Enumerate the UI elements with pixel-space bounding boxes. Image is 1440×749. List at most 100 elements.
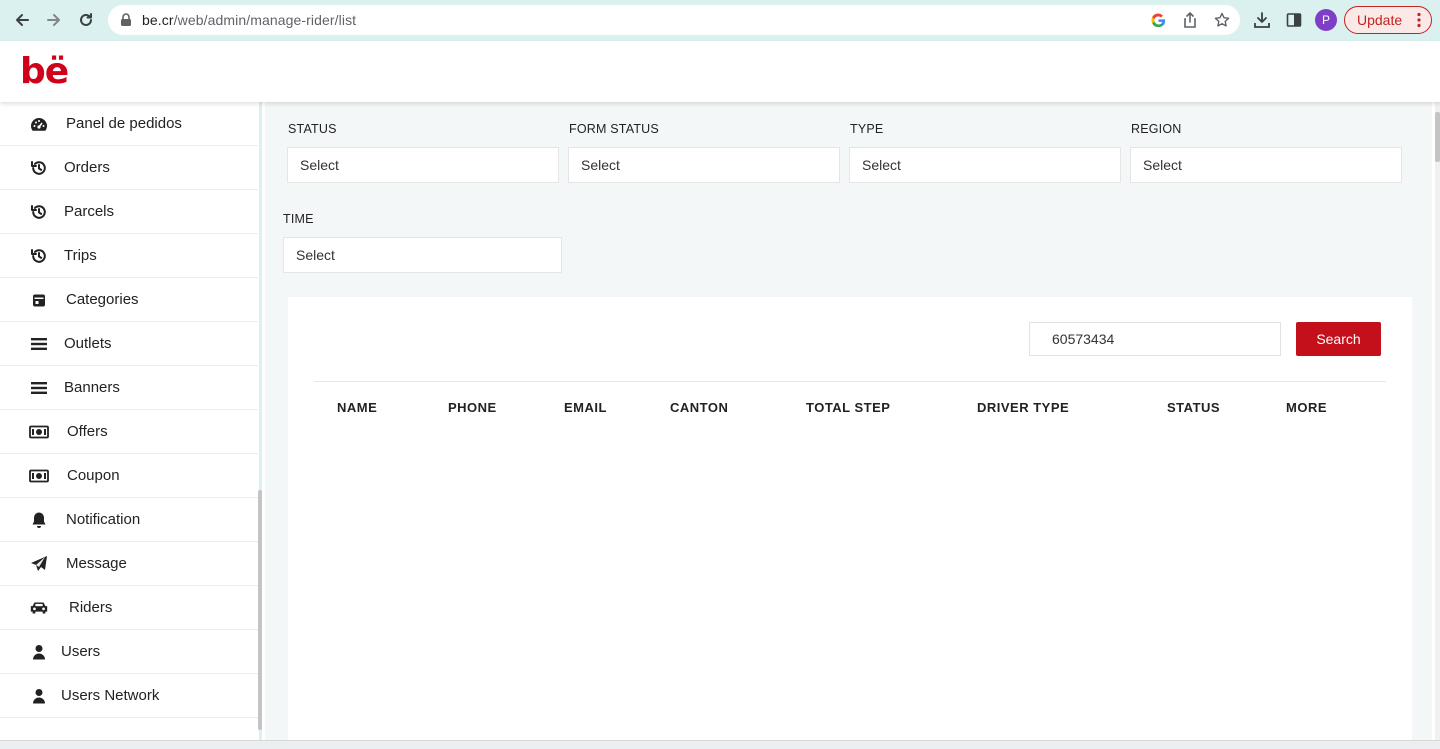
column-header-total-step[interactable]: TOTAL STEP bbox=[806, 400, 890, 415]
sidebar-item-outlets[interactable]: Outlets bbox=[0, 322, 258, 366]
status-bar bbox=[0, 740, 1440, 749]
sidebar-item-label: Notification bbox=[66, 511, 141, 528]
download-button[interactable] bbox=[1250, 8, 1274, 32]
search-input[interactable]: 60573434 bbox=[1029, 322, 1281, 356]
sidebar-item-message[interactable]: Message bbox=[0, 542, 258, 586]
bell-icon bbox=[29, 510, 49, 530]
status-select-value: Select bbox=[300, 157, 339, 173]
sidebar-item-parcels[interactable]: Parcels bbox=[0, 190, 258, 234]
send-icon bbox=[29, 554, 49, 574]
type-filter-label: TYPE bbox=[850, 122, 884, 136]
sidebar-item-banners[interactable]: Banners bbox=[0, 366, 258, 410]
profile-avatar[interactable]: P bbox=[1315, 9, 1337, 31]
region-filter-label: REGION bbox=[1131, 122, 1182, 136]
table-divider bbox=[314, 381, 1386, 382]
column-header-status[interactable]: STATUS bbox=[1167, 400, 1220, 415]
sidebar-item-orders[interactable]: Orders bbox=[0, 146, 258, 190]
history-icon bbox=[29, 246, 49, 266]
back-arrow-icon bbox=[16, 14, 29, 26]
riders-table-card: 60573434 Search NAME PHONE EMAIL CANTON TOTA… bbox=[288, 297, 1412, 749]
form-status-select[interactable]: Select bbox=[568, 147, 840, 183]
sidebar-item-label: Trips bbox=[64, 247, 97, 264]
user-icon bbox=[29, 686, 49, 706]
sidebar-item-offers[interactable]: Offers bbox=[0, 410, 258, 454]
sidebar-item-trips[interactable]: Trips bbox=[0, 234, 258, 278]
sidebar-item-label: Users Network bbox=[61, 687, 160, 704]
sidebar-item-label: Riders bbox=[69, 599, 113, 616]
sidebar-item-label: Outlets bbox=[64, 335, 112, 352]
sidebar-item-label: Parcels bbox=[64, 203, 115, 220]
reload-icon bbox=[80, 13, 92, 26]
type-select-value: Select bbox=[862, 157, 901, 173]
time-select[interactable]: Select bbox=[283, 237, 562, 273]
bookmark-star-icon[interactable] bbox=[1214, 12, 1230, 28]
browser-toolbar: be.cr/web/admin/manage-rider/list P Upda… bbox=[0, 0, 1440, 41]
status-select[interactable]: Select bbox=[287, 147, 559, 183]
column-header-more[interactable]: MORE bbox=[1286, 400, 1327, 415]
forward-button[interactable] bbox=[38, 4, 70, 36]
update-label: Update bbox=[1357, 12, 1403, 28]
sidebar-item-notification[interactable]: Notification bbox=[0, 498, 258, 542]
sidebar-item-label: Categories bbox=[66, 291, 139, 308]
column-header-name[interactable]: NAME bbox=[337, 400, 377, 415]
column-header-canton[interactable]: CANTON bbox=[670, 400, 728, 415]
history-icon bbox=[29, 158, 49, 178]
search-button-label: Search bbox=[1316, 331, 1361, 347]
history-icon bbox=[29, 202, 49, 222]
sidebar-item-coupon[interactable]: Coupon bbox=[0, 454, 258, 498]
region-select-value: Select bbox=[1143, 157, 1182, 173]
time-select-value: Select bbox=[296, 247, 335, 263]
forward-arrow-icon bbox=[47, 14, 60, 26]
sidebar-item-label: Panel de pedidos bbox=[66, 115, 182, 132]
column-header-driver-type[interactable]: DRIVER TYPE bbox=[977, 400, 1069, 415]
search-button[interactable]: Search bbox=[1296, 322, 1381, 356]
column-header-email[interactable]: EMAIL bbox=[564, 400, 607, 415]
main-content: STATUS Select FORM STATUS Select TYPE Se… bbox=[265, 102, 1432, 749]
sidebar-item-panel-de-pedidos[interactable]: Panel de pedidos bbox=[0, 102, 258, 146]
sidebar-item-users-network[interactable]: Users Network bbox=[0, 674, 258, 718]
car-icon bbox=[29, 598, 49, 618]
sidebar-item-categories[interactable]: Categories bbox=[0, 278, 258, 322]
form-status-select-value: Select bbox=[581, 157, 620, 173]
type-select[interactable]: Select bbox=[849, 147, 1121, 183]
share-icon[interactable] bbox=[1182, 12, 1198, 28]
side-panel-button[interactable] bbox=[1282, 8, 1306, 32]
sidebar-item-label: Offers bbox=[67, 423, 108, 440]
status-filter-label: STATUS bbox=[288, 122, 337, 136]
dashboard-icon bbox=[29, 114, 49, 134]
time-filter-label: TIME bbox=[283, 212, 314, 226]
update-button[interactable]: Update bbox=[1344, 6, 1432, 34]
address-bar[interactable]: be.cr/web/admin/manage-rider/list bbox=[108, 5, 1240, 35]
download-icon bbox=[1254, 12, 1270, 28]
side-panel-icon bbox=[1286, 13, 1302, 27]
region-select[interactable]: Select bbox=[1130, 147, 1402, 183]
sidebar-item-riders[interactable]: Riders bbox=[0, 586, 258, 630]
back-button[interactable] bbox=[6, 4, 38, 36]
money-icon bbox=[29, 422, 49, 442]
menu-icon bbox=[29, 334, 49, 354]
reload-button[interactable] bbox=[70, 4, 102, 36]
app-header: bë bbox=[0, 41, 1440, 102]
menu-icon bbox=[29, 378, 49, 398]
sidebar-item-label: Message bbox=[66, 555, 127, 572]
sidebar-item-label: Banners bbox=[64, 379, 120, 396]
brand-logo[interactable]: bë bbox=[20, 53, 69, 91]
sidebar-item-label: Orders bbox=[64, 159, 110, 176]
sidebar: Panel de pedidos Orders Parcels Trips Catego… bbox=[0, 102, 262, 749]
google-icon[interactable] bbox=[1150, 12, 1166, 28]
url-text: be.cr/web/admin/manage-rider/list bbox=[142, 12, 357, 28]
search-input-value: 60573434 bbox=[1052, 331, 1115, 347]
page-scrollbar[interactable] bbox=[1435, 102, 1440, 749]
sidebar-item-label: Coupon bbox=[67, 467, 120, 484]
sidebar-item-label: Users bbox=[61, 643, 101, 660]
column-header-phone[interactable]: PHONE bbox=[448, 400, 497, 415]
lock-icon[interactable] bbox=[118, 12, 134, 28]
page-scrollbar-thumb[interactable] bbox=[1435, 112, 1440, 162]
calendar-icon bbox=[29, 290, 49, 310]
form-status-filter-label: FORM STATUS bbox=[569, 122, 659, 136]
money-icon bbox=[29, 466, 49, 486]
sidebar-item-users[interactable]: Users bbox=[0, 630, 258, 674]
sidebar-scrollbar[interactable] bbox=[258, 490, 262, 730]
user-icon bbox=[29, 642, 49, 662]
more-vert-icon bbox=[1417, 12, 1421, 28]
